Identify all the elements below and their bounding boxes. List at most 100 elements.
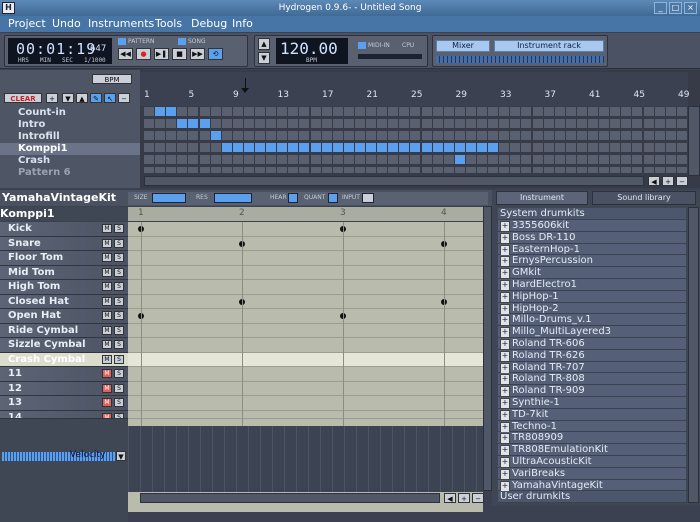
song-cell[interactable]	[144, 107, 154, 116]
song-cell[interactable]	[266, 167, 277, 173]
drumkit-item[interactable]: HipHop-1	[498, 290, 686, 303]
song-cell[interactable]	[221, 107, 232, 116]
menu-debug[interactable]: Debug	[191, 16, 227, 32]
song-cell[interactable]	[588, 143, 598, 152]
note-property-ruler[interactable]	[128, 426, 483, 492]
song-cell[interactable]	[255, 119, 265, 128]
solo-button[interactable]: S	[114, 412, 124, 418]
close-icon[interactable]: ×	[684, 2, 697, 14]
song-cell[interactable]	[654, 131, 665, 140]
song-cell[interactable]	[366, 167, 376, 173]
bpm-display[interactable]: 120.00 BPM	[276, 38, 348, 64]
song-cell[interactable]	[565, 155, 576, 164]
minimize-icon[interactable]: _	[654, 2, 667, 14]
song-cell[interactable]	[477, 167, 487, 173]
song-cell[interactable]	[499, 155, 510, 164]
solo-button[interactable]: S	[114, 325, 124, 335]
song-cell[interactable]	[377, 107, 388, 116]
solo-button[interactable]: S	[114, 369, 124, 378]
instrument-row[interactable]: Sizzle Cymbal M S	[0, 338, 128, 353]
song-cell[interactable]	[532, 107, 543, 116]
song-cell[interactable]	[210, 155, 221, 164]
solo-button[interactable]: S	[114, 267, 124, 277]
song-cell[interactable]	[665, 131, 676, 140]
song-cell[interactable]	[221, 131, 232, 140]
instrument-row[interactable]: Snare M S	[0, 236, 128, 251]
song-cell[interactable]	[243, 143, 254, 152]
song-cell[interactable]	[354, 119, 365, 128]
song-cell[interactable]	[399, 143, 410, 152]
song-cell[interactable]	[354, 107, 365, 116]
song-cell[interactable]	[266, 131, 277, 140]
grid-row[interactable]	[128, 324, 483, 338]
instrument-row[interactable]: 14 M S	[0, 410, 128, 419]
song-cell[interactable]	[310, 107, 321, 116]
song-cell[interactable]	[443, 143, 454, 152]
song-cell[interactable]	[221, 167, 232, 173]
song-cell[interactable]	[632, 155, 643, 164]
instrument-row[interactable]: Floor Tom M S	[0, 251, 128, 266]
song-cell[interactable]	[443, 119, 454, 128]
grid-row[interactable]	[128, 251, 483, 266]
song-cell[interactable]	[388, 107, 399, 116]
solo-button[interactable]: S	[114, 383, 124, 393]
song-cell[interactable]	[465, 143, 476, 152]
song-cell[interactable]	[421, 131, 432, 140]
song-cell[interactable]	[354, 155, 365, 164]
song-cell[interactable]	[255, 143, 265, 152]
song-cell[interactable]	[543, 143, 554, 152]
song-cell[interactable]	[554, 131, 565, 140]
song-row[interactable]	[144, 131, 688, 141]
song-cell[interactable]	[465, 107, 476, 116]
song-cell[interactable]	[477, 107, 487, 116]
stop-button[interactable]: ■	[172, 48, 187, 60]
song-cell[interactable]	[488, 155, 499, 164]
song-zoom-out-button[interactable]: −	[676, 176, 688, 186]
drumkit-item[interactable]: 3355606kit	[498, 220, 686, 232]
song-horizontal-scrollbar[interactable]	[144, 176, 644, 186]
song-cell[interactable]	[199, 131, 210, 140]
song-cell[interactable]	[665, 155, 676, 164]
song-cell[interactable]	[277, 143, 288, 152]
song-cell[interactable]	[443, 107, 454, 116]
instrument-row[interactable]: 11 M S	[0, 367, 128, 382]
song-cell[interactable]	[221, 143, 232, 152]
song-cell[interactable]	[332, 167, 343, 173]
song-cell[interactable]	[399, 107, 410, 116]
pattern-zoom-out-button[interactable]: −	[472, 493, 484, 503]
song-cell[interactable]	[432, 143, 443, 152]
song-cell[interactable]	[321, 119, 332, 128]
song-cell[interactable]	[488, 107, 499, 116]
song-cell[interactable]	[432, 155, 443, 164]
drumkit-item[interactable]: HardElectro1	[498, 279, 686, 291]
song-cell[interactable]	[366, 155, 376, 164]
song-cell[interactable]	[632, 131, 643, 140]
song-cell[interactable]	[243, 107, 254, 116]
song-cell[interactable]	[177, 155, 188, 164]
song-cell[interactable]	[421, 143, 432, 152]
song-cell[interactable]	[576, 119, 587, 128]
song-cell[interactable]	[588, 155, 598, 164]
song-cell[interactable]	[377, 155, 388, 164]
song-cell[interactable]	[277, 131, 288, 140]
song-cell[interactable]	[410, 107, 421, 116]
song-cell[interactable]	[377, 167, 388, 173]
mute-button[interactable]: M	[102, 253, 112, 262]
song-cell[interactable]	[144, 119, 154, 128]
song-cell[interactable]	[255, 155, 265, 164]
song-cell[interactable]	[199, 143, 210, 152]
song-cell[interactable]	[399, 131, 410, 140]
grid-row[interactable]	[128, 396, 483, 411]
song-cell[interactable]	[443, 155, 454, 164]
song-cell[interactable]	[676, 131, 687, 140]
drumkit-item[interactable]: TR808EmulationKit	[498, 444, 686, 456]
song-cell[interactable]	[632, 167, 643, 173]
song-cell[interactable]	[665, 119, 676, 128]
song-cell[interactable]	[266, 143, 277, 152]
song-cell[interactable]	[543, 119, 554, 128]
song-cell[interactable]	[443, 131, 454, 140]
pattern-ruler[interactable]: 1 2 3 4	[128, 207, 483, 221]
mute-button[interactable]: M	[102, 296, 112, 306]
song-cell[interactable]	[554, 107, 565, 116]
song-cell[interactable]	[177, 167, 188, 173]
